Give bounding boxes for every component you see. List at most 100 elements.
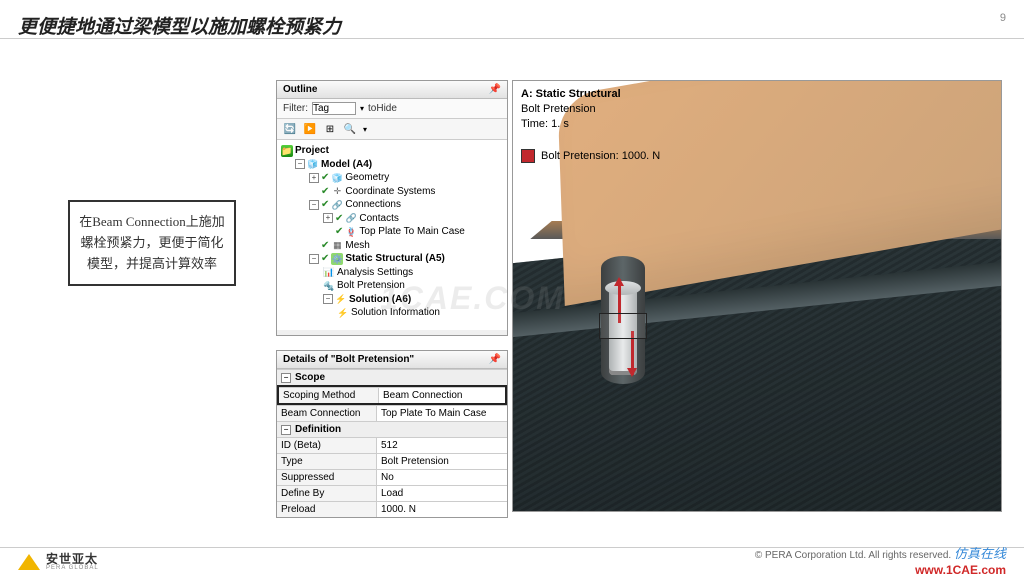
collapse-icon[interactable]: − [281,373,291,383]
details-grid: −Scope Scoping MethodBeam Connection Bea… [277,369,507,517]
tree-node-contacts[interactable]: +✔🔗Contacts [323,212,505,226]
tree-node-beam[interactable]: −✔🪢Top Plate To Main Case [323,225,505,239]
row-beam-connection[interactable]: Beam ConnectionTop Plate To Main Case [277,405,507,421]
collapse-icon[interactable]: − [281,425,291,435]
viewport-info: A: Static Structural Bolt Pretension Tim… [521,87,621,132]
row-define-by[interactable]: Define ByLoad [277,485,507,501]
selection-box [599,313,647,339]
expand-icon[interactable]: ▶️ [303,122,317,136]
page-title: 更便捷地通过梁模型以施加螺栓预紧力 [18,12,341,39]
tree-node-env[interactable]: −✔⚙️Static Structural (A5) [309,252,505,266]
credit-cn: 仿真在线 [954,546,1006,561]
outline-header: Outline 📌 [277,81,507,99]
object-name: Bolt Pretension [521,102,621,117]
refresh-icon[interactable]: 🔄 [283,122,297,136]
check-icon: ✔ [321,171,329,185]
tree-node-project[interactable]: 📁Project [281,144,505,158]
row-type[interactable]: TypeBolt Pretension [277,453,507,469]
prop-value[interactable]: Load [377,486,507,501]
group-label: Definition [295,424,341,435]
beam-icon: 🪢 [345,226,357,238]
tree-node-analysis[interactable]: 📊Analysis Settings [323,266,505,280]
tree-node-coord[interactable]: −✔✛Coordinate Systems [309,185,505,199]
tree-label: Mesh [345,239,369,253]
collapse-icon[interactable]: − [323,294,333,304]
filter-dropdown-icon[interactable]: ▾ [360,104,364,113]
project-icon: 📁 [281,145,293,157]
prop-key: Suppressed [277,470,377,485]
coord-icon: ✛ [331,185,343,197]
tree-node-mesh[interactable]: −✔▦Mesh [309,239,505,253]
pin-icon[interactable]: 📌 [489,84,501,95]
callout-box: 在Beam Connection上施加螺栓预紧力，更便于简化模型，并提高计算效率 [68,200,236,286]
expand-icon[interactable]: + [323,213,333,223]
highlighted-row: Scoping MethodBeam Connection [277,385,507,405]
prop-value[interactable]: Beam Connection [379,388,505,403]
prop-key: Scoping Method [279,388,379,403]
row-id[interactable]: ID (Beta)512 [277,437,507,453]
bolt-icon: 🔩 [323,280,335,292]
logo-en: PERA GLOBAL [46,565,99,571]
filter-hint: toHide [368,103,397,114]
tree-node-connections[interactable]: −✔🔗Connections [309,198,505,212]
geometry-icon: 🧊 [331,172,343,184]
tree-label: Bolt Pretension [337,279,405,293]
collapse-all-icon[interactable]: ⊞ [323,122,337,136]
model-3d[interactable] [513,81,1001,511]
pin-icon[interactable]: 📌 [489,354,501,365]
tree-node-solution[interactable]: −⚡Solution (A6) [323,293,505,307]
row-scoping-method[interactable]: Scoping MethodBeam Connection [279,387,505,403]
footer: 安世亚太 PERA GLOBAL © PERA Corporation Ltd.… [0,548,1024,576]
prop-key: Type [277,454,377,469]
legend-text: Bolt Pretension: 1000. N [541,150,660,162]
collapse-icon[interactable]: − [309,200,319,210]
tree-node-model[interactable]: −🧊Model (A4) [295,158,505,172]
tree-node-solinfo[interactable]: ⚡Solution Information [337,306,505,320]
tree-label: Connections [345,198,401,212]
legend-swatch [521,149,535,163]
mesh-icon: ▦ [331,239,343,251]
connections-icon: 🔗 [331,199,343,211]
prop-value[interactable]: 512 [377,438,507,453]
details-title: Details of "Bolt Pretension" [283,354,414,365]
tree-label: Project [295,144,329,158]
details-header: Details of "Bolt Pretension" 📌 [277,351,507,369]
outline-toolbar: 🔄 ▶️ ⊞ 🔍 ▾ [277,119,507,140]
time-label: Time: 1. s [521,117,621,132]
prop-value[interactable]: Top Plate To Main Case [377,406,507,421]
outline-tree[interactable]: 📁Project −🧊Model (A4) +✔🧊Geometry −✔✛Coo… [277,140,507,330]
group-definition[interactable]: −Definition [277,421,507,437]
collapse-icon[interactable]: − [309,254,319,264]
tree-label: Top Plate To Main Case [359,225,464,239]
expand-icon[interactable]: + [309,173,319,183]
tree-label: Solution (A6) [349,293,411,307]
tree-node-pretension[interactable]: 🔩Bolt Pretension [323,279,505,293]
prop-value[interactable]: 1000. N [377,502,507,517]
details-panel: Details of "Bolt Pretension" 📌 −Scope Sc… [276,350,508,518]
tree-label: Solution Information [351,306,440,320]
logo-cn: 安世亚太 [46,553,99,565]
credits: © PERA Corporation Ltd. All rights reser… [755,546,1006,578]
check-icon: ✔ [335,212,343,226]
filter-input[interactable] [312,102,356,115]
logo: 安世亚太 PERA GLOBAL [18,553,99,571]
row-suppressed[interactable]: SuppressedNo [277,469,507,485]
tree-label: Static Structural (A5) [345,252,444,266]
group-scope[interactable]: −Scope [277,369,507,385]
collapse-icon[interactable]: − [295,159,305,169]
tree-label: Analysis Settings [337,266,413,280]
check-icon: ✔ [321,239,329,253]
prop-key: ID (Beta) [277,438,377,453]
legend: Bolt Pretension: 1000. N [521,149,660,163]
group-label: Scope [295,372,325,383]
header-divider [0,38,1024,39]
prop-value[interactable]: No [377,470,507,485]
filter-label: Filter: [283,103,308,114]
graphics-viewport[interactable]: A: Static Structural Bolt Pretension Tim… [512,80,1002,512]
prop-value[interactable]: Bolt Pretension [377,454,507,469]
toolbar-dropdown-icon[interactable]: ▾ [363,125,367,134]
filter-row: Filter: ▾ toHide [277,99,507,119]
search-icon[interactable]: 🔍 [343,122,357,136]
row-preload[interactable]: Preload1000. N [277,501,507,517]
tree-node-geometry[interactable]: +✔🧊Geometry [309,171,505,185]
